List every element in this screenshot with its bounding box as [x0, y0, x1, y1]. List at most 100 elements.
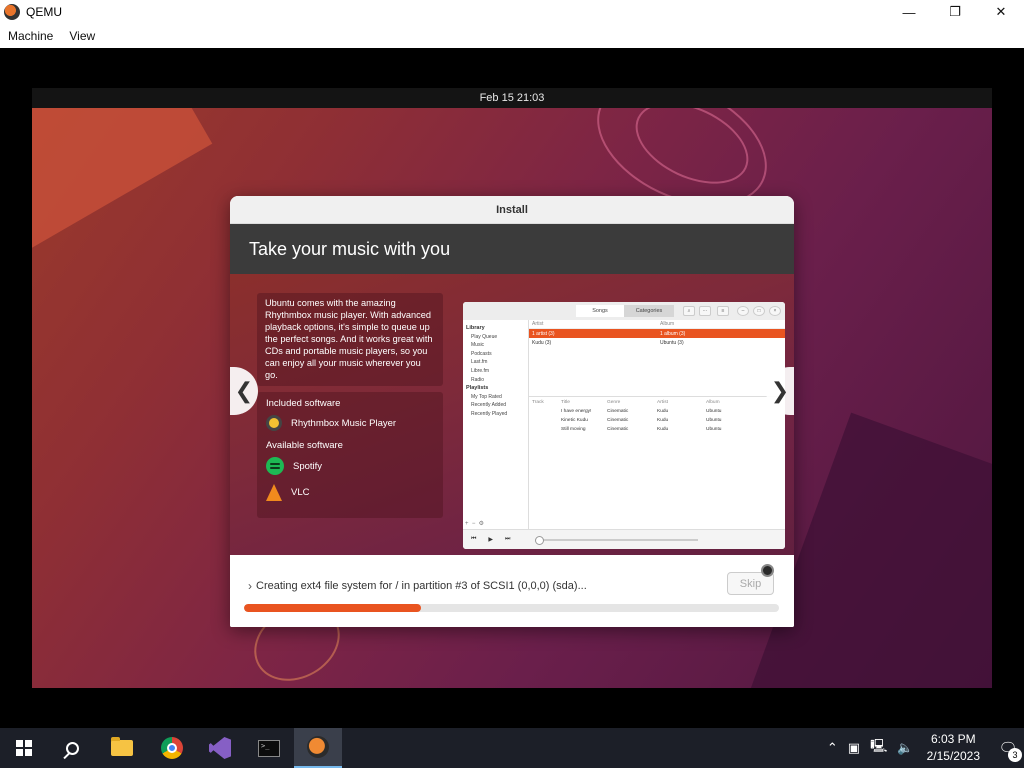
track-col-header: Track — [532, 400, 544, 405]
install-progress-bar — [244, 604, 779, 612]
clock-time: 6:03 PM — [930, 732, 976, 746]
sidebar-item: Libre.fm — [471, 367, 490, 374]
track-genre: Cinematic — [607, 427, 629, 432]
folder-icon — [111, 737, 133, 756]
chrome-icon — [161, 737, 183, 759]
vlc-icon — [266, 484, 282, 501]
taskbar-clock[interactable]: 6:03 PM 2/15/2023 — [927, 731, 980, 765]
track-row: I have energy! Cinematic Kudu Ubuntu — [529, 407, 785, 416]
track-artist: Kudu — [657, 427, 669, 432]
tab-songs: Songs — [576, 305, 624, 317]
minimize-button[interactable]: — — [886, 0, 932, 24]
track-title: Kinetic Kudu — [561, 418, 588, 423]
qemu-logo-icon — [4, 4, 20, 20]
browser-row: 1 artist (3) 1 album (3) — [529, 329, 785, 338]
title-col-header: Title — [561, 400, 570, 405]
software-label: Spotify — [293, 460, 323, 472]
slide-body: Ubuntu comes with the amazing Rhythmbox … — [230, 274, 794, 555]
terminal-button[interactable]: >_ — [245, 728, 293, 768]
installer-window: Install Take your music with you Ubuntu … — [230, 196, 794, 627]
artist-cell: 1 artist (3) — [532, 330, 555, 337]
file-explorer-button[interactable] — [98, 728, 146, 768]
track-row: Kinetic Kudu Cinematic Kudu Ubuntu — [529, 416, 785, 425]
system-tray: ⌃ ▣ 🖳 🔈 6:03 PM 2/15/2023 🗨 3 — [822, 728, 1024, 768]
track-artist: Kudu — [657, 418, 669, 423]
sidebar-item: Podcasts — [471, 350, 492, 357]
clock-date: 2/15/2023 — [926, 749, 980, 763]
album-header: Album — [660, 321, 675, 327]
menu-icon: ⋯ — [699, 306, 711, 316]
sidebar-item: Radio — [471, 376, 485, 383]
album-cell: 1 album (3) — [660, 330, 686, 337]
qemu-menubar: Machine View — [0, 24, 1024, 48]
album-cell: Ubuntu (3) — [660, 339, 684, 346]
gnome-clock[interactable]: Feb 15 21:03 — [480, 92, 545, 104]
close-button[interactable]: ✕ — [978, 0, 1024, 24]
window-controls: — ❐ ✕ — [886, 0, 1024, 24]
sidebar-item: Last.fm — [471, 359, 488, 366]
track-artist: Kudu — [657, 409, 669, 414]
search-button[interactable] — [48, 728, 96, 768]
track-title: I have energy! — [561, 409, 592, 414]
previous-icon: ⏮ — [471, 536, 477, 542]
windows-taskbar: >_ ⌃ ▣ 🖳 🔈 6:03 PM 2/15/2023 🗨 3 — [0, 728, 1024, 768]
software-item: Spotify — [266, 457, 434, 475]
artist-col-header: Artist — [657, 400, 668, 405]
artist-cell: Kudu (3) — [532, 339, 552, 346]
status-text: Creating ext4 file system for / in parti… — [256, 580, 587, 592]
sidebar-item: Play Queue — [471, 333, 498, 340]
search-icon: ⌕ — [683, 306, 695, 316]
software-item: Rhythmbox Music Player — [266, 415, 434, 431]
track-row: Still moving Cinematic Kudu Ubuntu — [529, 425, 785, 434]
visual-studio-button[interactable] — [196, 728, 244, 768]
next-icon: ⏭ — [505, 536, 511, 542]
maximize-button[interactable]: ❐ — [932, 0, 978, 24]
software-label: VLC — [291, 487, 310, 498]
library-heading: Library — [466, 325, 485, 331]
seek-bar — [535, 535, 699, 545]
qemu-taskbar-button[interactable] — [294, 728, 342, 768]
status-expander[interactable]: › Creating ext4 file system for / in par… — [248, 579, 587, 593]
visual-studio-icon — [209, 737, 231, 759]
album-col-header: Album — [706, 400, 720, 405]
hamburger-icon: ≡ — [717, 306, 729, 316]
installer-status-area: › Creating ext4 file system for / in par… — [230, 555, 794, 627]
close-icon: × — [769, 306, 781, 316]
rhythmbox-headerbar: Songs Categories ⌕ ⋯ ≡ – □ × — [463, 302, 785, 320]
rhythmbox-screenshot: Songs Categories ⌕ ⋯ ≡ – □ × Library Pla… — [463, 302, 785, 549]
start-button[interactable] — [0, 728, 48, 768]
previous-slide-button[interactable]: ❮ — [230, 367, 258, 415]
installer-titlebar: Install — [230, 196, 794, 224]
track-header-row: Track Title Genre Artist Album — [529, 398, 785, 407]
sidebar-item: My Top Rated — [471, 393, 502, 400]
description-box: Ubuntu comes with the amazing Rhythmbox … — [257, 293, 443, 386]
available-heading: Available software — [266, 440, 343, 451]
camera-icon — [761, 564, 774, 577]
notification-badge: 3 — [1008, 748, 1022, 762]
gnome-top-bar: Feb 15 21:03 — [32, 88, 992, 108]
track-album: Ubuntu — [706, 427, 722, 432]
track-title: Still moving — [561, 427, 586, 432]
progress-fill — [244, 604, 421, 612]
rhythmbox-playback-bar: ⏮ ▶ ⏭ — [463, 529, 785, 549]
notification-center-button[interactable]: 🗨 3 — [992, 728, 1024, 768]
chevron-right-icon: › — [248, 579, 252, 593]
menu-view[interactable]: View — [69, 29, 95, 43]
volume-icon[interactable]: 🔈 — [897, 740, 913, 756]
slide-title: Take your music with you — [249, 238, 451, 259]
track-genre: Cinematic — [607, 418, 629, 423]
security-icon[interactable]: ▣ — [848, 740, 860, 756]
chrome-button[interactable] — [148, 728, 196, 768]
track-list: Track Title Genre Artist Album I have en… — [529, 398, 785, 434]
maximize-icon: □ — [753, 306, 765, 316]
terminal-icon: >_ — [258, 739, 280, 757]
network-icon[interactable]: 🖳 — [870, 737, 887, 759]
browser-divider — [529, 396, 785, 397]
menu-machine[interactable]: Machine — [8, 29, 53, 43]
spotify-icon — [266, 457, 284, 475]
slide-description: Ubuntu comes with the amazing Rhythmbox … — [265, 298, 433, 380]
software-label: Rhythmbox Music Player — [291, 417, 397, 429]
tab-categories: Categories — [624, 305, 674, 317]
chevron-up-icon[interactable]: ⌃ — [827, 740, 838, 756]
playlists-heading: Playlists — [466, 385, 489, 392]
